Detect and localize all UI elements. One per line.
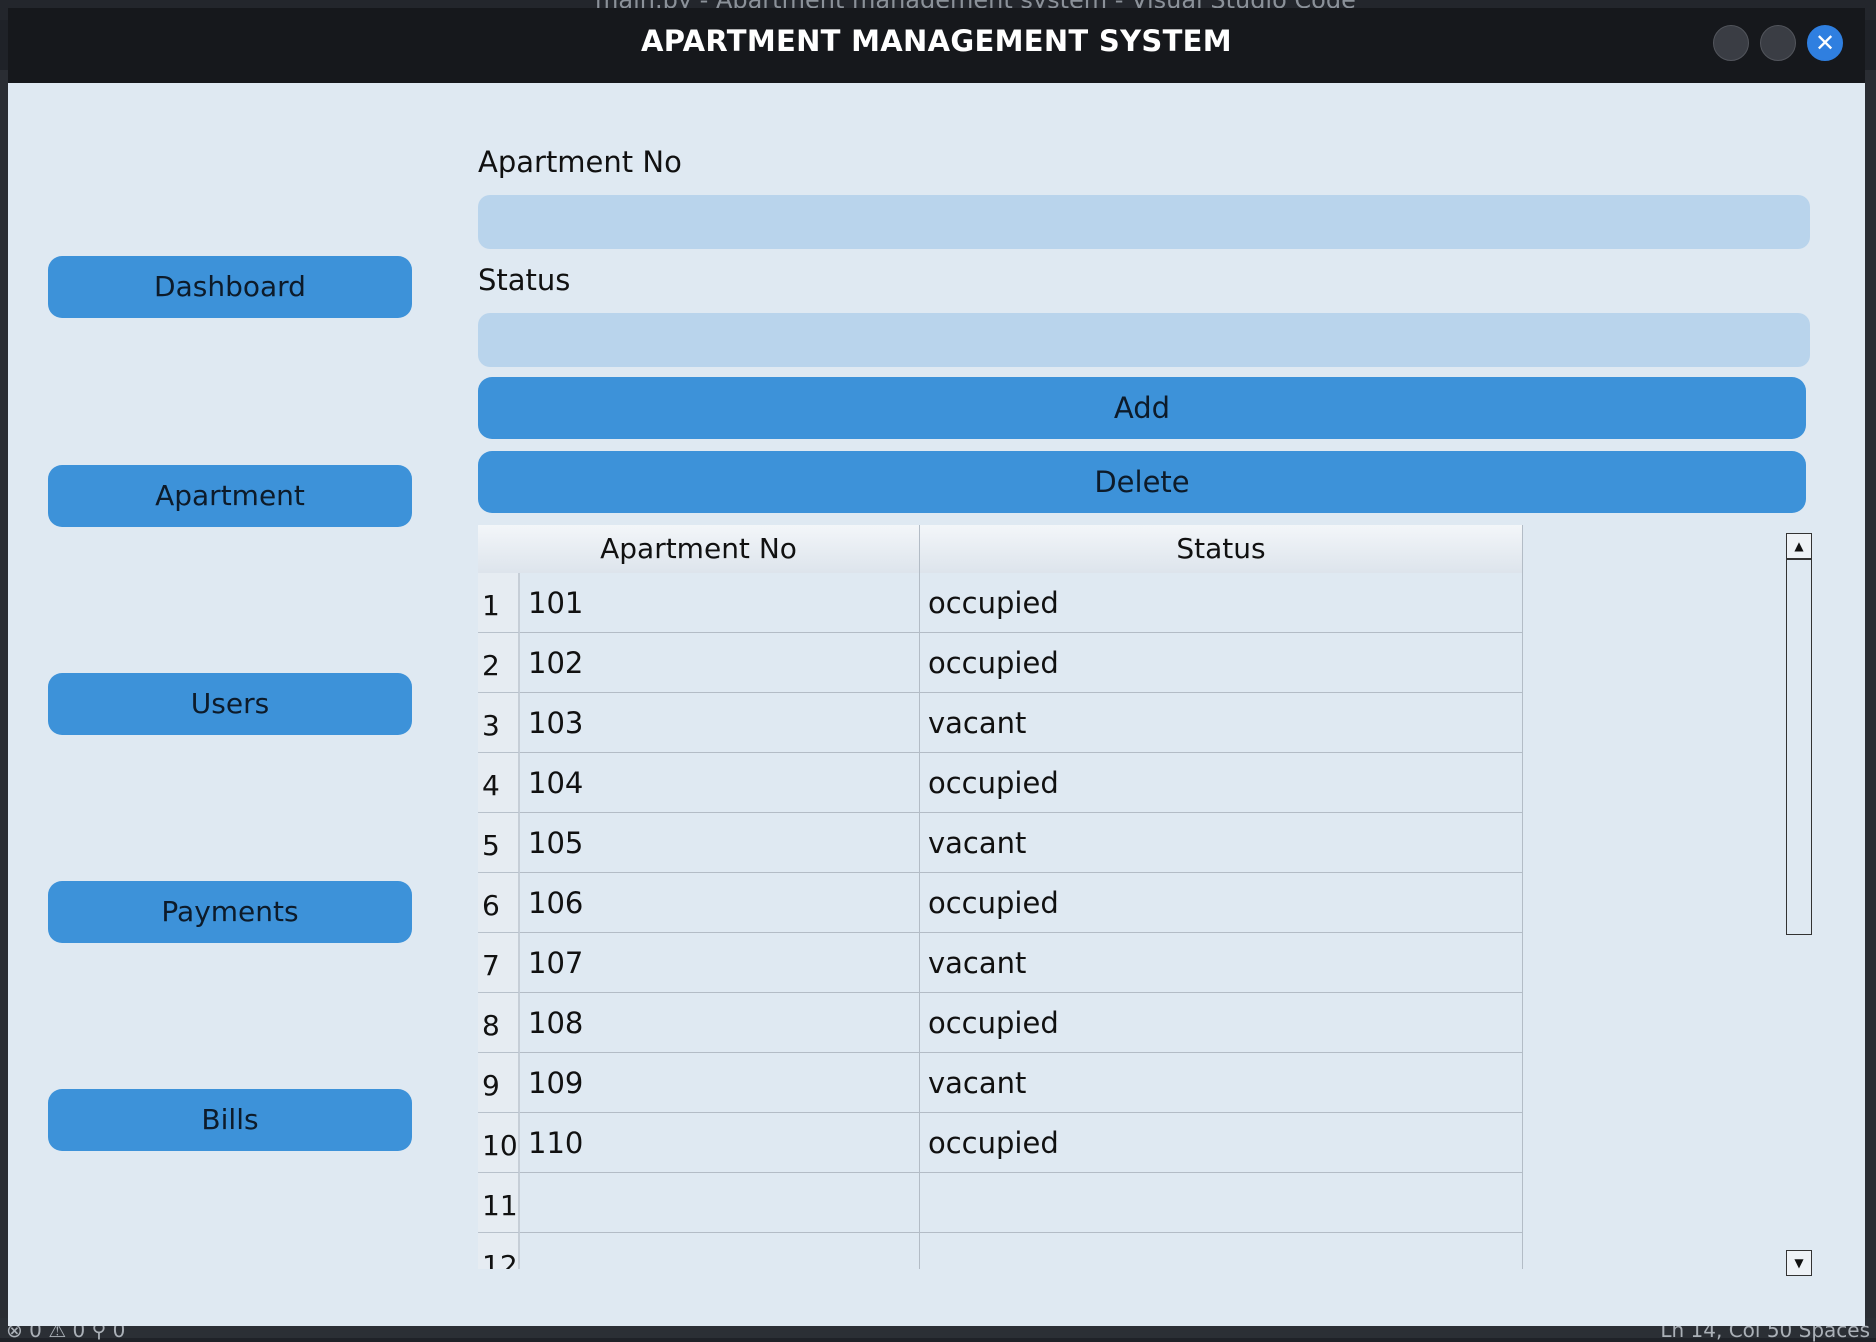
cell-status[interactable]	[920, 1233, 1523, 1269]
cell-apartment-no[interactable]: 107	[520, 933, 920, 993]
delete-button[interactable]: Delete	[478, 451, 1806, 513]
status-label: Status	[478, 263, 571, 297]
row-number[interactable]: 10	[478, 1113, 520, 1173]
cell-status[interactable]: occupied	[920, 753, 1523, 813]
row-number[interactable]: 11	[478, 1173, 520, 1233]
cell-apartment-no[interactable]: 101	[520, 573, 920, 633]
scroll-down-button[interactable]: ▼	[1786, 1250, 1812, 1276]
column-header-apartment-no[interactable]: Apartment No	[478, 525, 920, 573]
scroll-thumb[interactable]	[1786, 559, 1812, 935]
arrow-down-icon: ▼	[1794, 1256, 1804, 1270]
row-number[interactable]: 2	[478, 633, 520, 693]
cell-apartment-no[interactable]: 103	[520, 693, 920, 753]
table-row[interactable]: 8 108 occupied	[478, 993, 1523, 1053]
arrow-up-icon: ▲	[1794, 539, 1804, 553]
minimize-button[interactable]	[1713, 25, 1749, 61]
table-scrollbar[interactable]: ▲ ▼	[1786, 533, 1812, 1277]
app-window: APARTMENT MANAGEMENT SYSTEM ✕ Dashboard …	[8, 8, 1865, 1326]
cell-status[interactable]: occupied	[920, 873, 1523, 933]
cell-apartment-no[interactable]: 106	[520, 873, 920, 933]
cell-status[interactable]: vacant	[920, 1053, 1523, 1113]
table-header: Apartment No Status	[478, 525, 1523, 574]
editor-left-edge	[0, 70, 8, 1320]
close-button[interactable]: ✕	[1807, 25, 1843, 61]
table-row[interactable]: 12	[478, 1233, 1523, 1269]
cell-apartment-no[interactable]	[520, 1173, 920, 1233]
row-number[interactable]: 4	[478, 753, 520, 813]
apartment-no-input[interactable]	[478, 195, 1810, 249]
cell-status[interactable]	[920, 1173, 1523, 1233]
row-number[interactable]: 7	[478, 933, 520, 993]
row-number[interactable]: 1	[478, 573, 520, 633]
row-number[interactable]: 6	[478, 873, 520, 933]
close-icon: ✕	[1814, 29, 1836, 57]
sidebar-item-apartment[interactable]: Apartment	[48, 465, 412, 527]
table-row[interactable]: 3 103 vacant	[478, 693, 1523, 753]
column-header-status[interactable]: Status	[920, 525, 1523, 573]
sidebar-item-bills[interactable]: Bills	[48, 1089, 412, 1151]
row-number[interactable]: 3	[478, 693, 520, 753]
apartment-no-label: Apartment No	[478, 145, 682, 179]
sidebar-item-payments[interactable]: Payments	[48, 881, 412, 943]
cell-apartment-no[interactable]: 108	[520, 993, 920, 1053]
cell-apartment-no[interactable]: 105	[520, 813, 920, 873]
cell-apartment-no[interactable]: 102	[520, 633, 920, 693]
row-number[interactable]: 5	[478, 813, 520, 873]
cell-status[interactable]: occupied	[920, 633, 1523, 693]
table-row[interactable]: 9 109 vacant	[478, 1053, 1523, 1113]
cell-apartment-no[interactable]: 110	[520, 1113, 920, 1173]
sidebar-item-users[interactable]: Users	[48, 673, 412, 735]
window-titlebar[interactable]: APARTMENT MANAGEMENT SYSTEM ✕	[8, 8, 1865, 83]
cell-status[interactable]: vacant	[920, 813, 1523, 873]
scroll-up-button[interactable]: ▲	[1786, 533, 1812, 559]
cell-status[interactable]: occupied	[920, 573, 1523, 633]
sidebar-item-dashboard[interactable]: Dashboard	[48, 256, 412, 318]
table-row[interactable]: 10 110 occupied	[478, 1113, 1523, 1173]
cell-status[interactable]: vacant	[920, 933, 1523, 993]
status-input[interactable]	[478, 313, 1810, 367]
apartments-table[interactable]: Apartment No Status 1 101 occupied 2 102…	[478, 525, 1523, 1269]
cell-apartment-no[interactable]: 109	[520, 1053, 920, 1113]
window-title: APARTMENT MANAGEMENT SYSTEM	[641, 24, 1232, 58]
cell-apartment-no[interactable]: 104	[520, 753, 920, 813]
table-row[interactable]: 4 104 occupied	[478, 753, 1523, 813]
cell-status[interactable]: vacant	[920, 693, 1523, 753]
cell-apartment-no[interactable]	[520, 1233, 920, 1269]
row-number[interactable]: 8	[478, 993, 520, 1053]
row-number[interactable]: 12	[478, 1233, 520, 1269]
maximize-button[interactable]	[1760, 25, 1796, 61]
table-row[interactable]: 6 106 occupied	[478, 873, 1523, 933]
table-row[interactable]: 2 102 occupied	[478, 633, 1523, 693]
row-number[interactable]: 9	[478, 1053, 520, 1113]
table-row[interactable]: 7 107 vacant	[478, 933, 1523, 993]
add-button[interactable]: Add	[478, 377, 1806, 439]
table-row[interactable]: 5 105 vacant	[478, 813, 1523, 873]
cell-status[interactable]: occupied	[920, 993, 1523, 1053]
table-row[interactable]: 1 101 occupied	[478, 573, 1523, 633]
table-row[interactable]: 11	[478, 1173, 1523, 1233]
cell-status[interactable]: occupied	[920, 1113, 1523, 1173]
